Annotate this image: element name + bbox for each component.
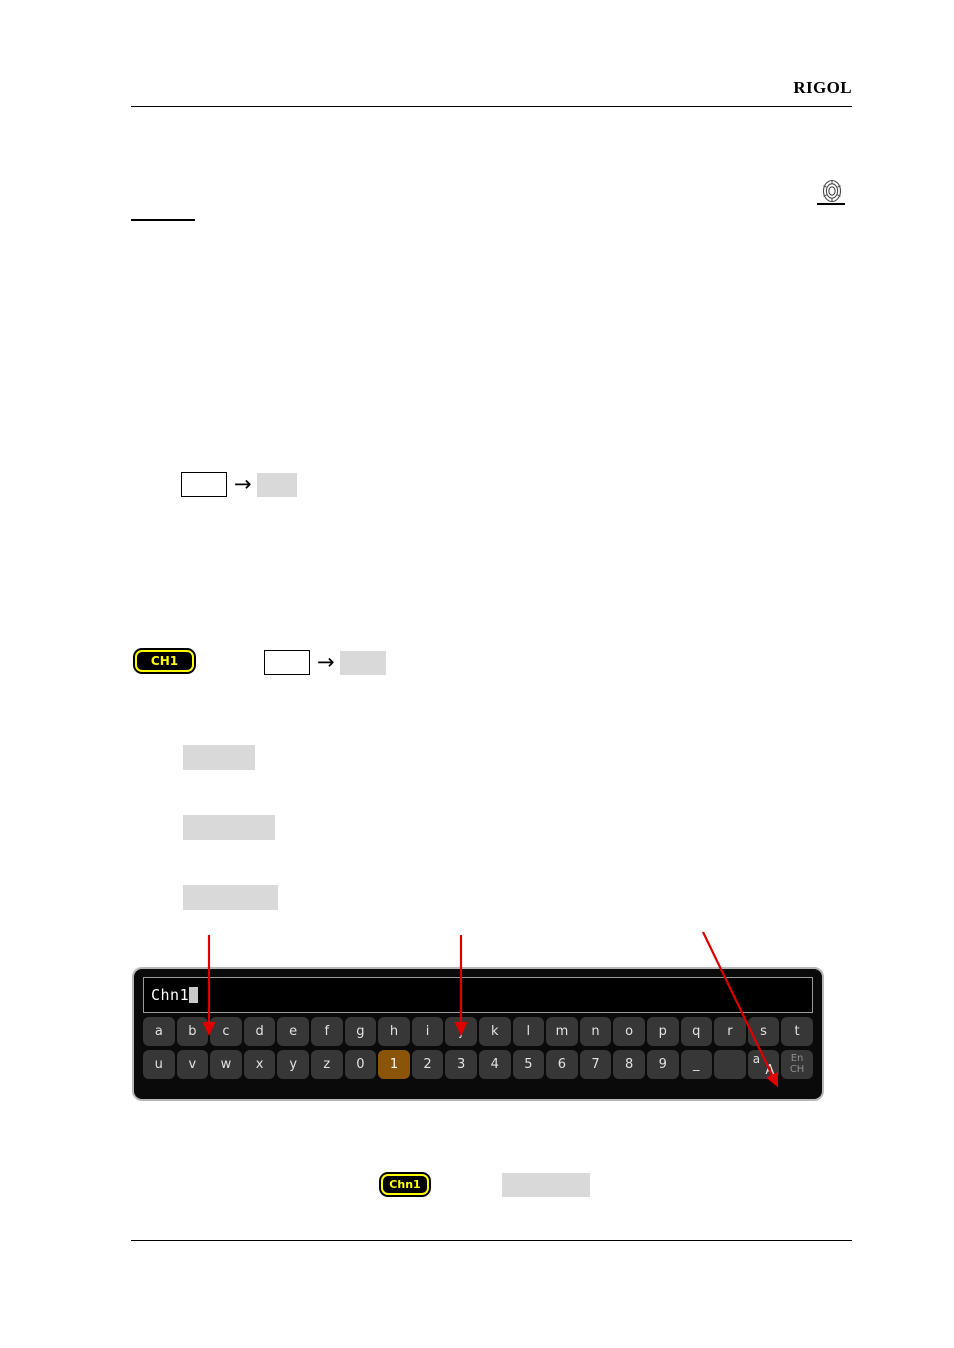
key-space[interactable] (714, 1050, 746, 1079)
key-w[interactable]: w (210, 1050, 242, 1079)
virtual-keyboard-panel[interactable]: Chn1 abcdefghijklmnopqrst uvwxyz01234567… (132, 967, 824, 1101)
key-6[interactable]: 6 (546, 1050, 578, 1079)
key-2[interactable]: 2 (411, 1050, 444, 1079)
key-c[interactable]: c (210, 1017, 242, 1046)
footer-divider (131, 1240, 852, 1241)
page-header: RIGOL (131, 78, 852, 108)
keyboard-row-letters-2: u v w x y z 0 1 2 3 4 5 6 7 8 9 _ a A En CH (143, 1050, 813, 1079)
softkey-placeholder-6[interactable] (502, 1173, 590, 1197)
key-k[interactable]: k (478, 1017, 511, 1046)
case-upper-glyph: A (765, 1063, 775, 1078)
key-r[interactable]: r (714, 1017, 746, 1046)
key-language-toggle[interactable]: En CH (781, 1050, 813, 1079)
section-underline (131, 219, 195, 221)
key-e[interactable]: e (277, 1017, 309, 1046)
key-j[interactable]: j (445, 1017, 477, 1046)
language-en: En (790, 1053, 804, 1064)
key-m[interactable]: m (546, 1017, 578, 1046)
key-i[interactable]: i (411, 1017, 444, 1046)
keyboard-text-value: Chn1 (151, 986, 190, 1004)
key-h[interactable]: h (378, 1017, 410, 1046)
softkey-placeholder-3[interactable] (183, 745, 255, 770)
knob-icon-underline (817, 203, 845, 205)
callout-arrows (202, 931, 779, 1088)
key-n[interactable]: n (579, 1017, 612, 1046)
front-panel-key-placeholder-1[interactable] (181, 472, 227, 497)
header-divider (131, 106, 852, 107)
key-y[interactable]: y (277, 1050, 309, 1079)
softkey-placeholder-1[interactable] (257, 473, 297, 497)
key-b[interactable]: b (176, 1017, 209, 1046)
ch1-key-badge[interactable]: CH1 (135, 650, 194, 672)
key-s[interactable]: s (747, 1017, 780, 1046)
key-o[interactable]: o (613, 1017, 645, 1046)
key-p[interactable]: p (646, 1017, 679, 1046)
key-l[interactable]: l (512, 1017, 545, 1046)
language-glyphs: En CH (789, 1053, 805, 1075)
key-7[interactable]: 7 (579, 1050, 612, 1079)
key-u[interactable]: u (143, 1050, 175, 1079)
softkey-placeholder-5[interactable] (183, 885, 278, 910)
key-v[interactable]: v (176, 1050, 209, 1079)
key-0[interactable]: 0 (344, 1050, 377, 1079)
key-x[interactable]: x (243, 1050, 276, 1079)
multifunction-knob-icon (818, 178, 846, 210)
key-f[interactable]: f (310, 1017, 343, 1046)
key-3[interactable]: 3 (445, 1050, 477, 1079)
key-9[interactable]: 9 (646, 1050, 679, 1079)
language-ch: CH (789, 1063, 805, 1075)
key-d[interactable]: d (243, 1017, 276, 1046)
key-a[interactable]: a (143, 1017, 175, 1046)
key-case-toggle[interactable]: aA (747, 1050, 780, 1079)
softkey-placeholder-2[interactable] (340, 651, 386, 675)
key-t[interactable]: t (781, 1017, 813, 1046)
key-g[interactable]: g (344, 1017, 377, 1046)
brand-logo: RIGOL (793, 78, 852, 97)
key-_[interactable]: _ (680, 1050, 713, 1079)
case-lower-glyph: a (752, 1052, 761, 1066)
key-8[interactable]: 8 (613, 1050, 645, 1079)
key-4[interactable]: 4 (478, 1050, 511, 1079)
key-z[interactable]: z (310, 1050, 343, 1079)
flow-arrow-1: → (234, 472, 252, 496)
front-panel-key-placeholder-2[interactable] (264, 650, 310, 675)
key-5[interactable]: 5 (512, 1050, 545, 1079)
chn1-result-badge: Chn1 (381, 1174, 429, 1195)
key-1[interactable]: 1 (378, 1050, 410, 1079)
flow-arrow-2: → (317, 650, 335, 674)
softkey-placeholder-4[interactable] (183, 815, 275, 840)
keyboard-text-display[interactable]: Chn1 (143, 977, 813, 1013)
keyboard-row-letters-1: abcdefghijklmnopqrst (143, 1017, 813, 1046)
key-q[interactable]: q (680, 1017, 713, 1046)
text-cursor (189, 987, 199, 1003)
